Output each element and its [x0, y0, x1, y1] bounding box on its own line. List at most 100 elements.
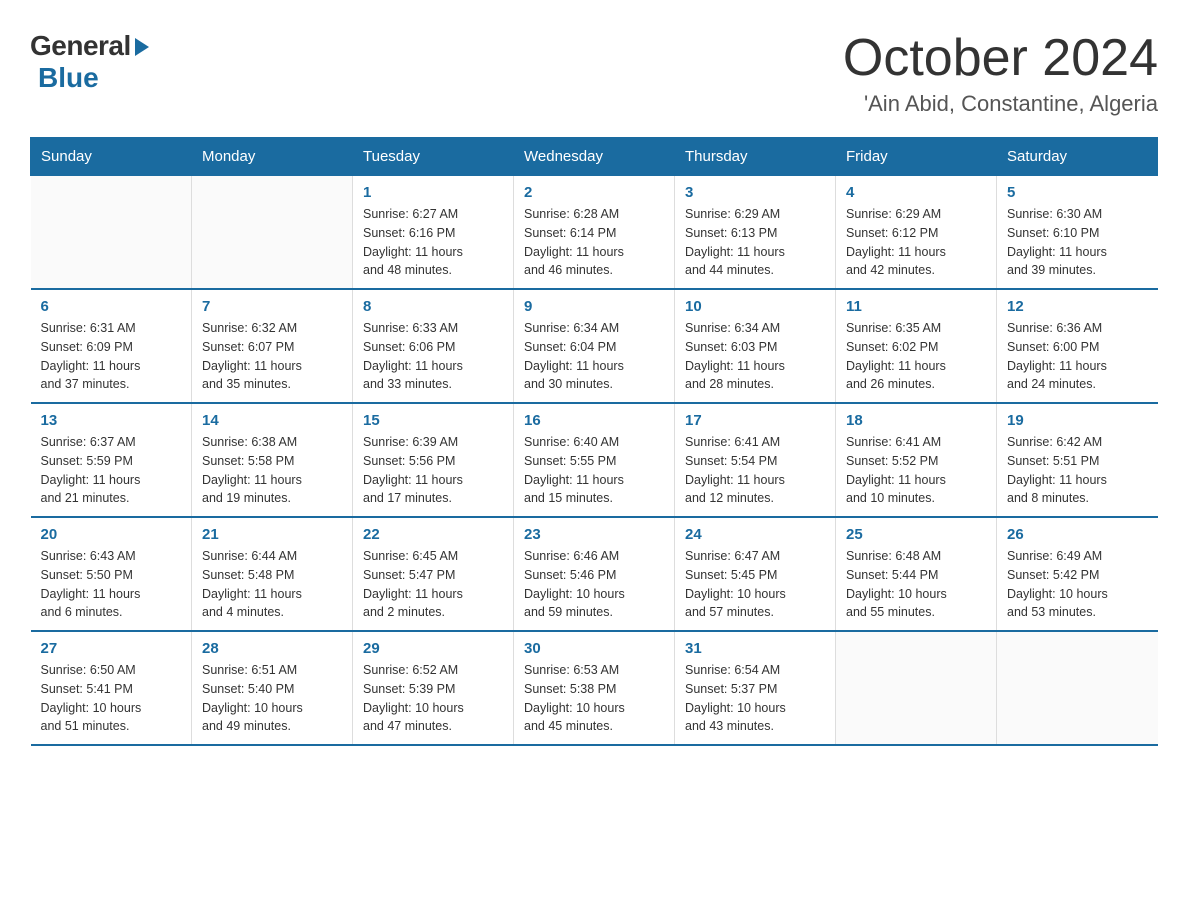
calendar-week-row: 20 Sunrise: 6:43 AM Sunset: 5:50 PM Dayli… [31, 517, 1158, 631]
calendar-cell: 20 Sunrise: 6:43 AM Sunset: 5:50 PM Dayli… [31, 517, 192, 631]
day-number: 15 [363, 412, 503, 429]
calendar-cell [192, 176, 353, 290]
calendar-cell: 31 Sunrise: 6:54 AM Sunset: 5:37 PM Dayli… [675, 631, 836, 745]
day-info: Sunrise: 6:29 AM Sunset: 6:13 PM Dayligh… [685, 205, 825, 280]
weekday-header-wednesday: Wednesday [514, 138, 675, 176]
calendar-cell: 14 Sunrise: 6:38 AM Sunset: 5:58 PM Dayli… [192, 403, 353, 517]
calendar-cell: 4 Sunrise: 6:29 AM Sunset: 6:12 PM Daylig… [836, 176, 997, 290]
day-info: Sunrise: 6:36 AM Sunset: 6:00 PM Dayligh… [1007, 319, 1148, 394]
day-info: Sunrise: 6:45 AM Sunset: 5:47 PM Dayligh… [363, 547, 503, 622]
day-info: Sunrise: 6:44 AM Sunset: 5:48 PM Dayligh… [202, 547, 342, 622]
location-title: 'Ain Abid, Constantine, Algeria [843, 91, 1158, 117]
calendar-week-row: 1Sunrise: 6:27 AM Sunset: 6:16 PM Daylig… [31, 176, 1158, 290]
weekday-header-monday: Monday [192, 138, 353, 176]
day-info: Sunrise: 6:34 AM Sunset: 6:03 PM Dayligh… [685, 319, 825, 394]
day-number: 20 [41, 526, 182, 543]
calendar-cell: 6 Sunrise: 6:31 AM Sunset: 6:09 PM Daylig… [31, 289, 192, 403]
day-info: Sunrise: 6:40 AM Sunset: 5:55 PM Dayligh… [524, 433, 664, 508]
weekday-header-sunday: Sunday [31, 138, 192, 176]
day-number: 7 [202, 298, 342, 315]
day-info: Sunrise: 6:33 AM Sunset: 6:06 PM Dayligh… [363, 319, 503, 394]
weekday-header-friday: Friday [836, 138, 997, 176]
day-number: 8 [363, 298, 503, 315]
day-info: Sunrise: 6:47 AM Sunset: 5:45 PM Dayligh… [685, 547, 825, 622]
calendar-cell [997, 631, 1158, 745]
calendar-cell: 26 Sunrise: 6:49 AM Sunset: 5:42 PM Dayli… [997, 517, 1158, 631]
day-number: 21 [202, 526, 342, 543]
day-info: Sunrise: 6:35 AM Sunset: 6:02 PM Dayligh… [846, 319, 986, 394]
calendar-cell: 2Sunrise: 6:28 AM Sunset: 6:14 PM Daylig… [514, 176, 675, 290]
day-number: 28 [202, 640, 342, 657]
calendar-week-row: 13 Sunrise: 6:37 AM Sunset: 5:59 PM Dayli… [31, 403, 1158, 517]
calendar-cell: 19 Sunrise: 6:42 AM Sunset: 5:51 PM Dayli… [997, 403, 1158, 517]
calendar-cell: 25Sunrise: 6:48 AM Sunset: 5:44 PM Dayli… [836, 517, 997, 631]
day-info: Sunrise: 6:43 AM Sunset: 5:50 PM Dayligh… [41, 547, 182, 622]
day-info: Sunrise: 6:42 AM Sunset: 5:51 PM Dayligh… [1007, 433, 1148, 508]
day-number: 5 [1007, 184, 1148, 201]
calendar-cell: 21 Sunrise: 6:44 AM Sunset: 5:48 PM Dayli… [192, 517, 353, 631]
calendar-cell [836, 631, 997, 745]
day-number: 31 [685, 640, 825, 657]
logo-arrow-icon [135, 38, 149, 56]
day-number: 13 [41, 412, 182, 429]
day-number: 14 [202, 412, 342, 429]
calendar-cell [31, 176, 192, 290]
logo-general-text: General [30, 30, 131, 62]
month-title: October 2024 [843, 30, 1158, 87]
day-number: 29 [363, 640, 503, 657]
day-info: Sunrise: 6:38 AM Sunset: 5:58 PM Dayligh… [202, 433, 342, 508]
day-number: 27 [41, 640, 182, 657]
day-info: Sunrise: 6:54 AM Sunset: 5:37 PM Dayligh… [685, 661, 825, 736]
day-info: Sunrise: 6:37 AM Sunset: 5:59 PM Dayligh… [41, 433, 182, 508]
day-info: Sunrise: 6:27 AM Sunset: 6:16 PM Dayligh… [363, 205, 503, 280]
day-info: Sunrise: 6:30 AM Sunset: 6:10 PM Dayligh… [1007, 205, 1148, 280]
calendar-cell: 16Sunrise: 6:40 AM Sunset: 5:55 PM Dayli… [514, 403, 675, 517]
logo: General Blue [30, 30, 149, 94]
calendar-cell: 30Sunrise: 6:53 AM Sunset: 5:38 PM Dayli… [514, 631, 675, 745]
calendar-cell: 10Sunrise: 6:34 AM Sunset: 6:03 PM Dayli… [675, 289, 836, 403]
title-block: October 2024 'Ain Abid, Constantine, Alg… [843, 30, 1158, 117]
logo-blue-text: Blue [38, 62, 99, 94]
day-info: Sunrise: 6:50 AM Sunset: 5:41 PM Dayligh… [41, 661, 182, 736]
day-info: Sunrise: 6:29 AM Sunset: 6:12 PM Dayligh… [846, 205, 986, 280]
calendar-cell: 24 Sunrise: 6:47 AM Sunset: 5:45 PM Dayli… [675, 517, 836, 631]
weekday-header-thursday: Thursday [675, 138, 836, 176]
calendar-cell: 9Sunrise: 6:34 AM Sunset: 6:04 PM Daylig… [514, 289, 675, 403]
day-number: 6 [41, 298, 182, 315]
page-header: General Blue October 2024 'Ain Abid, Con… [30, 30, 1158, 117]
calendar-cell: 28 Sunrise: 6:51 AM Sunset: 5:40 PM Dayli… [192, 631, 353, 745]
day-number: 12 [1007, 298, 1148, 315]
calendar-cell: 15 Sunrise: 6:39 AM Sunset: 5:56 PM Dayli… [353, 403, 514, 517]
day-number: 26 [1007, 526, 1148, 543]
day-info: Sunrise: 6:32 AM Sunset: 6:07 PM Dayligh… [202, 319, 342, 394]
calendar-cell: 22 Sunrise: 6:45 AM Sunset: 5:47 PM Dayli… [353, 517, 514, 631]
day-number: 22 [363, 526, 503, 543]
calendar-cell: 29 Sunrise: 6:52 AM Sunset: 5:39 PM Dayli… [353, 631, 514, 745]
calendar-cell: 1Sunrise: 6:27 AM Sunset: 6:16 PM Daylig… [353, 176, 514, 290]
day-number: 23 [524, 526, 664, 543]
day-info: Sunrise: 6:41 AM Sunset: 5:54 PM Dayligh… [685, 433, 825, 508]
calendar-cell: 18Sunrise: 6:41 AM Sunset: 5:52 PM Dayli… [836, 403, 997, 517]
day-number: 24 [685, 526, 825, 543]
weekday-header-tuesday: Tuesday [353, 138, 514, 176]
day-info: Sunrise: 6:39 AM Sunset: 5:56 PM Dayligh… [363, 433, 503, 508]
weekday-header-saturday: Saturday [997, 138, 1158, 176]
day-number: 3 [685, 184, 825, 201]
calendar-cell: 17Sunrise: 6:41 AM Sunset: 5:54 PM Dayli… [675, 403, 836, 517]
calendar-header-row: SundayMondayTuesdayWednesdayThursdayFrid… [31, 138, 1158, 176]
day-info: Sunrise: 6:48 AM Sunset: 5:44 PM Dayligh… [846, 547, 986, 622]
day-info: Sunrise: 6:31 AM Sunset: 6:09 PM Dayligh… [41, 319, 182, 394]
day-info: Sunrise: 6:51 AM Sunset: 5:40 PM Dayligh… [202, 661, 342, 736]
calendar-cell: 12 Sunrise: 6:36 AM Sunset: 6:00 PM Dayli… [997, 289, 1158, 403]
calendar-cell: 13 Sunrise: 6:37 AM Sunset: 5:59 PM Dayli… [31, 403, 192, 517]
calendar-cell: 11Sunrise: 6:35 AM Sunset: 6:02 PM Dayli… [836, 289, 997, 403]
day-info: Sunrise: 6:52 AM Sunset: 5:39 PM Dayligh… [363, 661, 503, 736]
calendar-cell: 7 Sunrise: 6:32 AM Sunset: 6:07 PM Daylig… [192, 289, 353, 403]
day-number: 19 [1007, 412, 1148, 429]
calendar-table: SundayMondayTuesdayWednesdayThursdayFrid… [30, 137, 1158, 746]
day-number: 18 [846, 412, 986, 429]
calendar-week-row: 6 Sunrise: 6:31 AM Sunset: 6:09 PM Daylig… [31, 289, 1158, 403]
day-info: Sunrise: 6:49 AM Sunset: 5:42 PM Dayligh… [1007, 547, 1148, 622]
day-number: 4 [846, 184, 986, 201]
day-info: Sunrise: 6:34 AM Sunset: 6:04 PM Dayligh… [524, 319, 664, 394]
